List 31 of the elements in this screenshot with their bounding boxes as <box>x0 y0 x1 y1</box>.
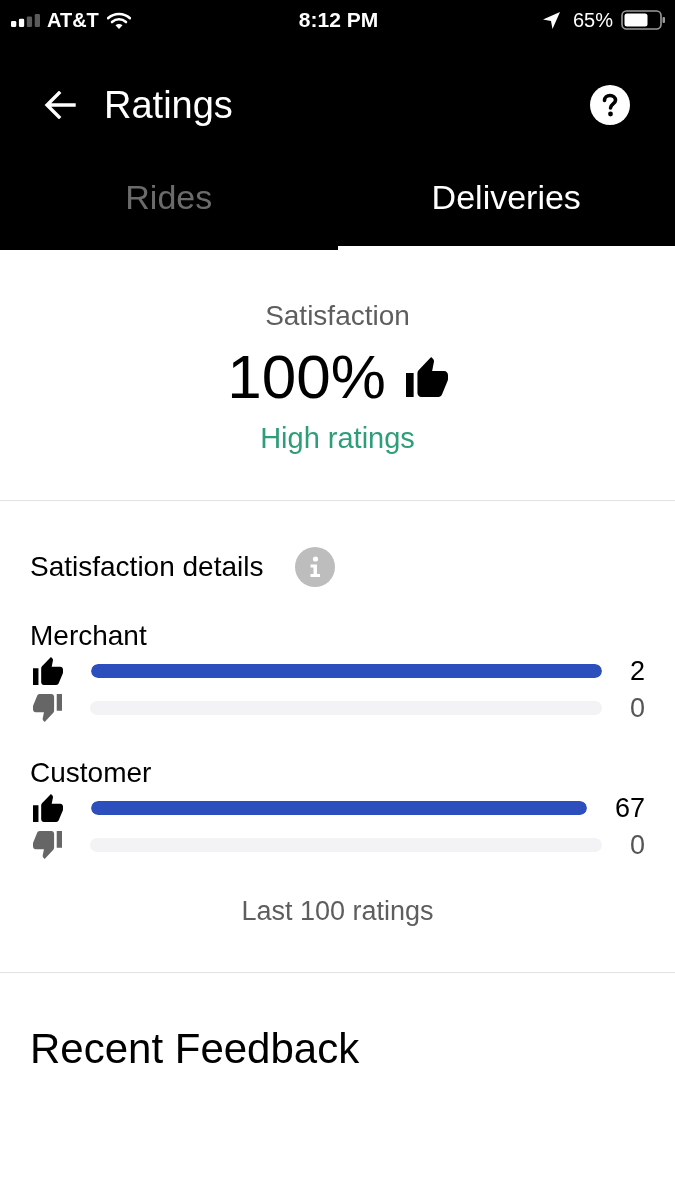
thumbs-up-icon <box>405 357 448 397</box>
rating-count: 67 <box>614 792 645 824</box>
group-label: Customer <box>30 756 153 790</box>
section-title: Recent Feedback <box>30 1024 361 1074</box>
help-button[interactable] <box>590 85 630 125</box>
group-label: Merchant <box>30 619 148 653</box>
battery-percent: 65% <box>572 8 613 32</box>
signal-icon <box>11 12 40 28</box>
ratings-footnote: Last 100 ratings <box>240 895 435 928</box>
tab[interactable]: Deliveries <box>337 170 675 250</box>
thumbs-down-icon <box>33 694 62 722</box>
location-arrow-icon <box>542 11 560 29</box>
carrier-name: AT&T <box>47 8 99 32</box>
section-label: Satisfaction <box>265 299 410 333</box>
thumbs-up-icon <box>33 657 63 685</box>
rating-count: 0 <box>629 829 645 861</box>
section-title: Satisfaction details <box>30 550 264 584</box>
help-icon <box>590 85 630 125</box>
thumbs-down-icon <box>33 831 62 859</box>
rating-caption: High ratings <box>260 421 415 456</box>
tab[interactable]: Rides <box>0 170 338 250</box>
rating-count: 0 <box>629 692 645 724</box>
back-button[interactable] <box>44 91 76 119</box>
battery-icon <box>621 10 666 30</box>
screen-title: Ratings <box>104 83 233 128</box>
rating-count: 2 <box>629 655 645 687</box>
thumbs-up-icon <box>33 794 63 822</box>
wifi-icon <box>106 11 131 29</box>
satisfaction-value: 100% <box>227 342 386 412</box>
back-arrow-icon <box>44 91 76 119</box>
status-time: 8:12 PM <box>298 8 379 32</box>
